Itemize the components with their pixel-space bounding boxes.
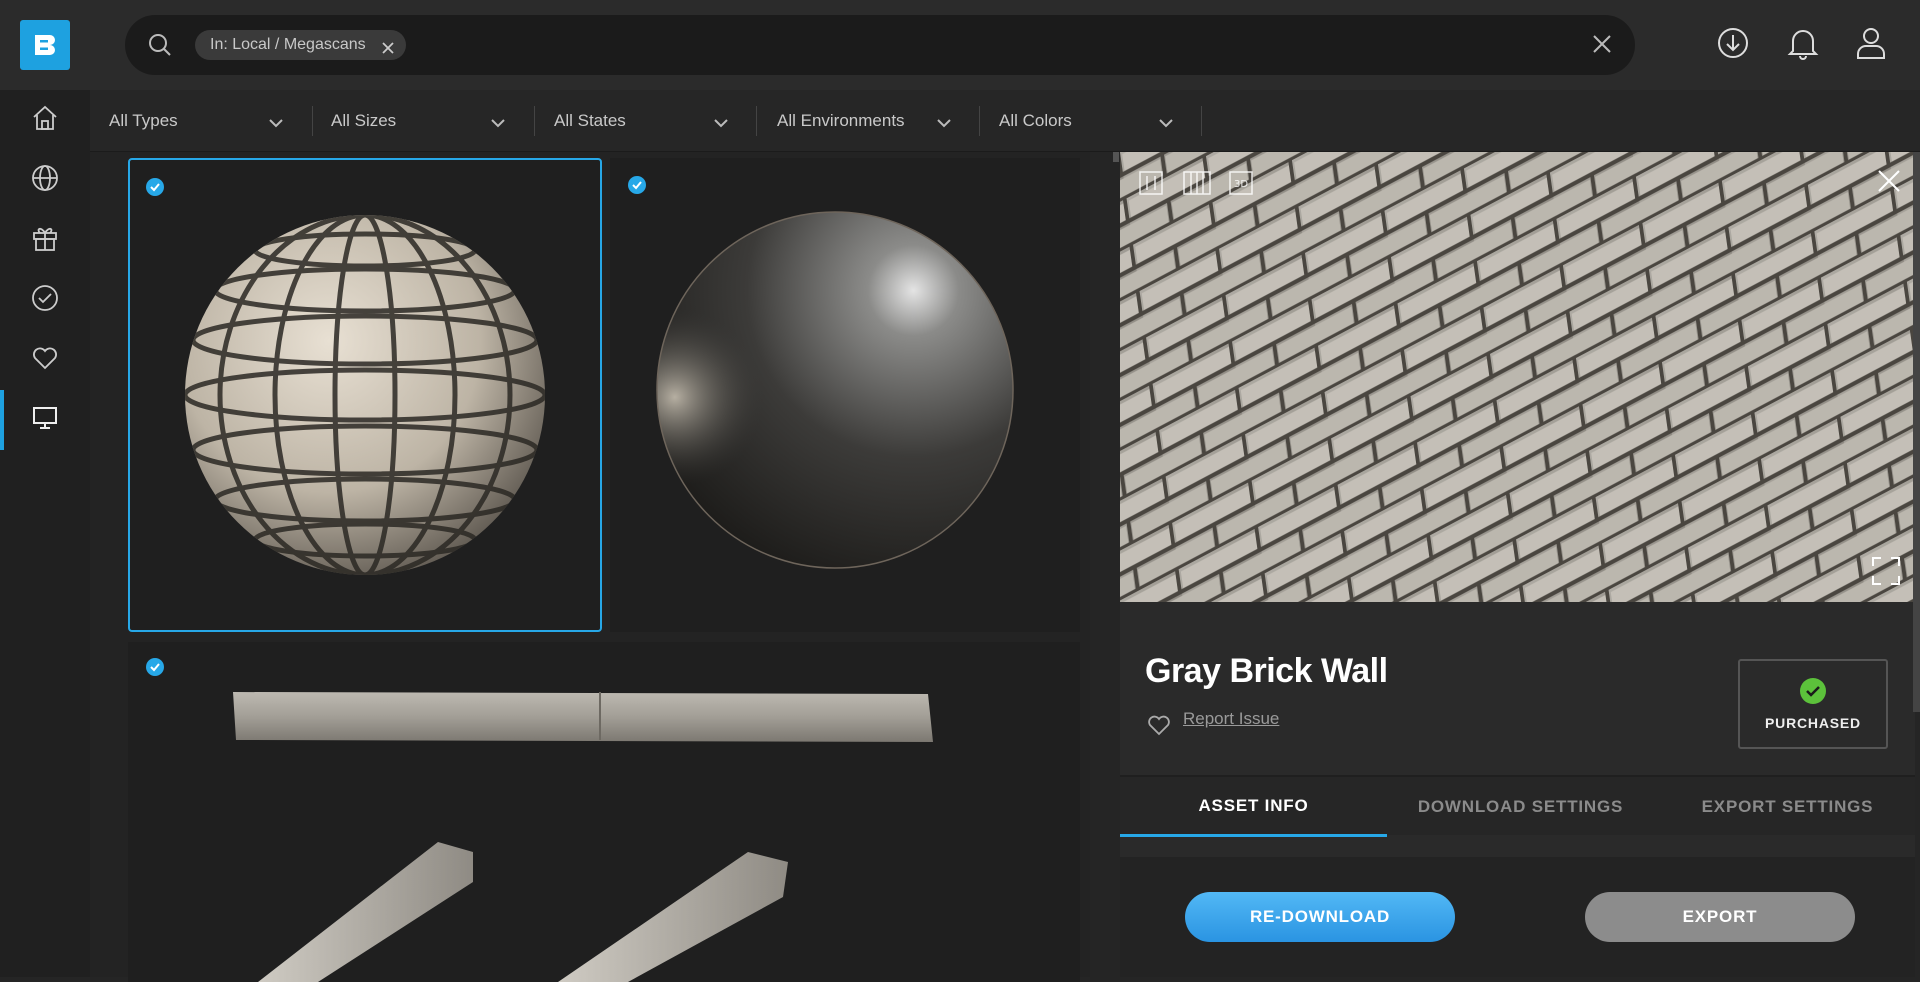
clear-search-icon[interactable] (1591, 33, 1613, 60)
purchased-badge: PURCHASED (1738, 659, 1888, 749)
sidebar-item-favorites[interactable] (0, 330, 90, 390)
detail-scrollbar[interactable] (1913, 152, 1920, 712)
svg-text:3D: 3D (1234, 179, 1248, 190)
filter-states-label: All States (554, 111, 626, 130)
report-issue-link[interactable]: Report Issue (1183, 709, 1279, 729)
close-preview-icon[interactable] (1875, 167, 1903, 200)
divider (1201, 106, 1202, 136)
bridge-logo[interactable] (20, 20, 70, 70)
filter-environments-label: All Environments (777, 111, 905, 130)
asset-card-brick[interactable] (128, 158, 602, 632)
chevron-down-icon (713, 114, 729, 134)
search-filter-chip-label: In: Local / Megascans (210, 36, 366, 53)
filter-environments-dropdown[interactable]: All Environments (777, 105, 952, 137)
asset-card-metal[interactable] (610, 158, 1080, 632)
globe-icon (31, 164, 59, 197)
filter-bar: All Types All Sizes All States All Envir… (90, 90, 1920, 152)
search-icon[interactable] (147, 32, 173, 63)
close-icon[interactable] (380, 37, 396, 67)
favorite-heart-icon[interactable] (1146, 713, 1172, 742)
sidebar (0, 90, 90, 977)
home-icon (31, 104, 59, 137)
selected-check-icon[interactable] (628, 176, 646, 194)
view-2d-icon[interactable] (1138, 170, 1164, 201)
metal-sphere-thumbnail (656, 211, 1014, 569)
redownload-button[interactable]: RE-DOWNLOAD (1185, 892, 1455, 942)
top-bar: In: Local / Megascans (0, 0, 1920, 90)
filter-colors-label: All Colors (999, 111, 1072, 130)
purchased-label: PURCHASED (1765, 715, 1861, 731)
chevron-down-icon (1158, 114, 1174, 134)
filter-states-dropdown[interactable]: All States (554, 105, 729, 137)
filter-sizes-dropdown[interactable]: All Sizes (331, 105, 506, 137)
tab-asset-info[interactable]: ASSET INFO (1120, 777, 1387, 837)
divider (979, 106, 980, 136)
filter-types-dropdown[interactable]: All Types (109, 105, 284, 137)
action-bar: RE-DOWNLOAD EXPORT (1120, 857, 1915, 977)
asset-title: Gray Brick Wall (1145, 652, 1388, 690)
asset-card-concrete-curb[interactable] (128, 642, 1080, 982)
detail-tabs: ASSET INFO DOWNLOAD SETTINGS EXPORT SETT… (1120, 775, 1915, 837)
check-circle-icon (31, 284, 59, 317)
notification-bell-icon[interactable] (1787, 26, 1819, 65)
tab-download-settings[interactable]: DOWNLOAD SETTINGS (1387, 777, 1654, 837)
brick-preview-image (1120, 152, 1915, 602)
sidebar-item-home[interactable] (0, 90, 90, 150)
concrete-curb-thumbnail (233, 692, 933, 982)
chevron-down-icon (936, 114, 952, 134)
search-filter-chip[interactable]: In: Local / Megascans (195, 30, 406, 60)
download-icon[interactable] (1716, 26, 1750, 65)
asset-preview[interactable]: 3D (1120, 152, 1915, 602)
sidebar-item-free[interactable] (0, 210, 90, 270)
view-3d-icon[interactable]: 3D (1228, 170, 1254, 201)
chevron-down-icon (490, 114, 506, 134)
purchased-check-icon (1800, 678, 1826, 704)
sidebar-item-local[interactable] (0, 390, 90, 450)
monitor-icon (31, 404, 59, 437)
chevron-down-icon (268, 114, 284, 134)
sidebar-item-explore[interactable] (0, 150, 90, 210)
user-account-icon[interactable] (1855, 26, 1887, 65)
heart-icon (31, 344, 59, 377)
divider (756, 106, 757, 136)
tab-export-settings[interactable]: EXPORT SETTINGS (1654, 777, 1920, 837)
selected-check-icon[interactable] (146, 178, 164, 196)
grid-scrollbar[interactable] (1113, 152, 1119, 162)
asset-grid (90, 152, 1090, 982)
asset-detail-panel: 3D Gray Brick Wall Report Issue PURCHASE… (1120, 152, 1915, 977)
filter-types-label: All Types (109, 111, 178, 130)
sidebar-item-purchased[interactable] (0, 270, 90, 330)
export-button[interactable]: EXPORT (1585, 892, 1855, 942)
divider (534, 106, 535, 136)
divider (312, 106, 313, 136)
filter-sizes-label: All Sizes (331, 111, 397, 130)
selected-check-icon[interactable] (146, 658, 164, 676)
fullscreen-icon[interactable] (1871, 556, 1901, 591)
brick-sphere-thumbnail (185, 215, 545, 575)
filter-colors-dropdown[interactable]: All Colors (999, 105, 1174, 137)
gift-icon (31, 224, 59, 257)
search-bar[interactable]: In: Local / Megascans (125, 15, 1635, 75)
view-tiling-icon[interactable] (1182, 170, 1212, 201)
